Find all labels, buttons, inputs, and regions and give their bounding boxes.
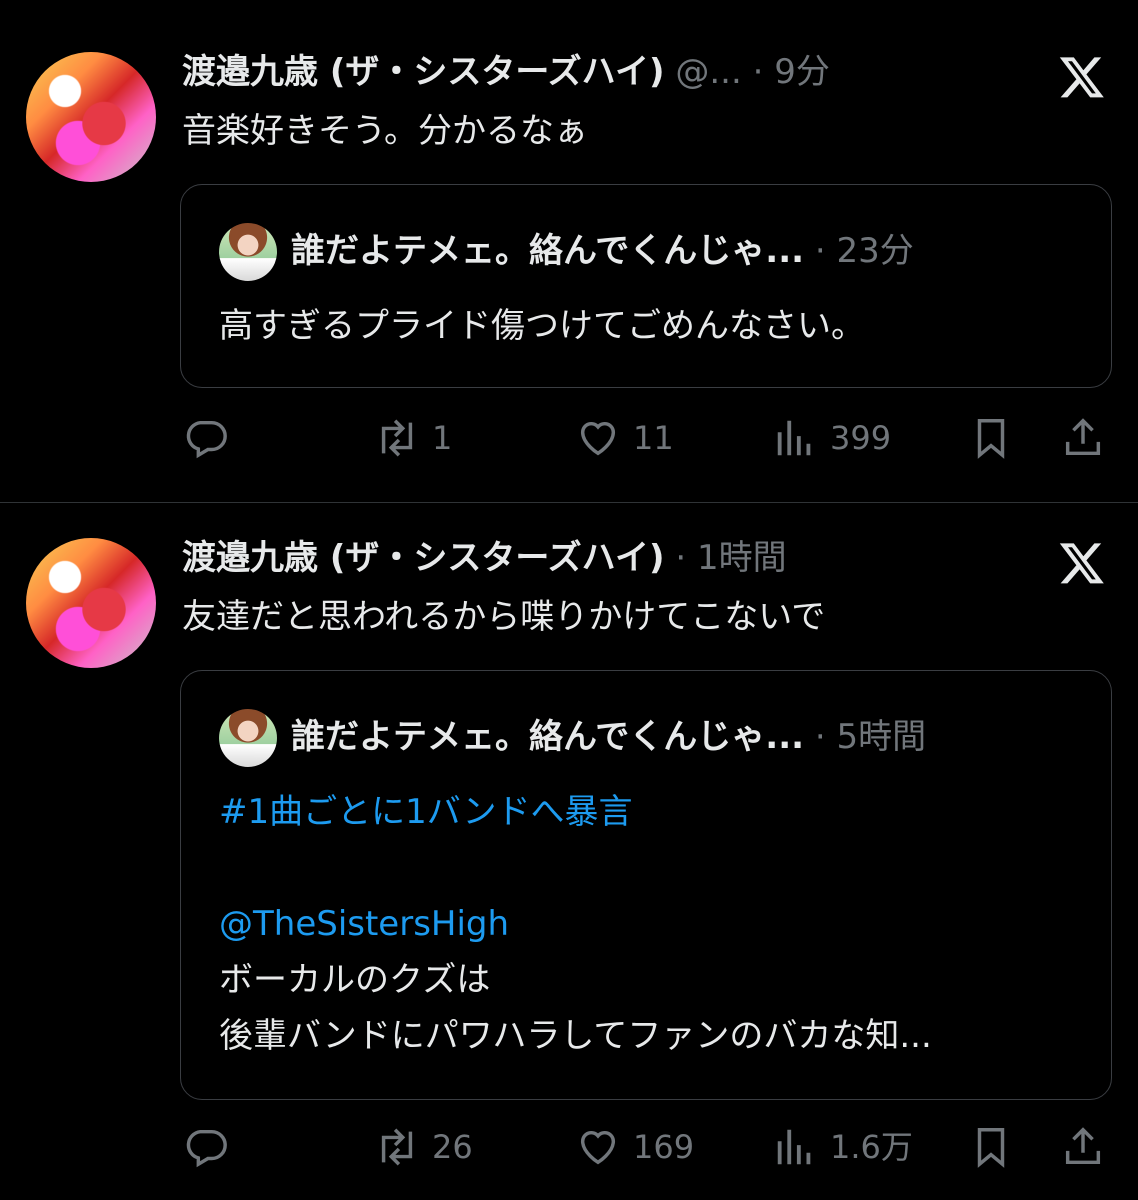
views-icon [777,1129,811,1165]
x-logo-icon[interactable] [1058,53,1106,101]
share-button[interactable] [1060,1117,1106,1177]
quote-tweet[interactable]: 誰だよテメェ。絡んでくんじゃ... · 23分 高すぎるプライド傷つけてごめんな… [180,184,1112,388]
bookmark-icon [977,1128,1005,1168]
reply-icon [186,1129,227,1168]
retweet-count: 1 [432,419,453,457]
reply-button[interactable] [183,1117,229,1177]
retweet-icon [381,419,413,457]
quote-header: 誰だよテメェ。絡んでくんじゃ... · 23分 [291,234,914,268]
retweet-count: 26 [432,1128,473,1166]
action-bar: 1 11 399 [0,408,1138,468]
avatar[interactable] [26,52,156,182]
tweet-text: 友達だと思われるから喋りかけてこないで [182,597,826,637]
author-handle[interactable]: @... [675,52,741,92]
quote-timestamp: 23分 [836,231,914,271]
timestamp[interactable]: 1時間 [697,538,787,578]
avatar[interactable] [26,538,156,668]
views-icon [777,420,811,456]
mention-link[interactable]: @TheSistersHigh [219,907,509,941]
tweet[interactable]: 渡邉九歳 (ザ・シスターズハイ) @... · 9分 音楽好きそう。分かるなぁ … [0,0,1138,502]
retweet-icon [381,1128,413,1166]
quote-text: ボーカルのクズは [219,960,491,1000]
like-button[interactable]: 11 [575,408,674,468]
author-name[interactable]: 渡邉九歳 (ザ・シスターズハイ) [182,52,665,92]
x-logo-icon[interactable] [1058,539,1106,587]
separator: · [814,717,826,757]
quote-avatar[interactable] [219,223,277,281]
quote-text: 後輩バンドにパワハラしてファンのバカな知... [219,1016,932,1056]
separator: · [675,538,687,578]
quote-avatar[interactable] [219,709,277,767]
share-icon [1065,1127,1101,1165]
author-name[interactable]: 渡邉九歳 (ザ・シスターズハイ) [182,538,665,578]
share-icon [1065,418,1101,456]
quote-timestamp: 5時間 [836,717,927,757]
like-count: 169 [633,1128,695,1166]
bookmark-icon [977,419,1005,459]
tweet-text: 音楽好きそう。分かるなぁ [182,111,588,151]
hashtag-link[interactable]: #1曲ごとに1バンドへ暴言 [219,795,632,829]
quote-author-name: 誰だよテメェ。絡んでくんじゃ... [291,717,805,757]
tweet[interactable]: 渡邉九歳 (ザ・シスターズハイ) · 1時間 友達だと思われるから喋りかけてこな… [0,503,1138,1200]
tweet-header: 渡邉九歳 (ザ・シスターズハイ) @... · 9分 [182,55,830,89]
heart-icon [580,1130,616,1165]
tweet-header: 渡邉九歳 (ザ・シスターズハイ) · 1時間 [182,541,787,575]
views-count: 399 [830,419,892,457]
views-count: 1.6万 [830,1128,913,1166]
action-bar: 26 169 1.6万 [0,1117,1138,1177]
quote-header: 誰だよテメェ。絡んでくんじゃ... · 5時間 [291,720,926,754]
retweet-button[interactable]: 1 [374,408,452,468]
reply-button[interactable] [183,408,229,468]
quote-tweet[interactable]: 誰だよテメェ。絡んでくんじゃ... · 5時間 #1曲ごとに1バンドへ暴言 @T… [180,670,1112,1100]
quote-text: 高すぎるプライド傷つけてごめんなさい。 [219,306,865,346]
quote-author-name: 誰だよテメェ。絡んでくんじゃ... [291,231,805,271]
share-button[interactable] [1060,408,1106,468]
bookmark-button[interactable] [968,1117,1014,1177]
like-count: 11 [633,419,674,457]
views-button[interactable]: 1.6万 [772,1117,913,1177]
reply-icon [186,420,227,459]
timestamp[interactable]: 9分 [774,52,830,92]
retweet-button[interactable]: 26 [374,1117,473,1177]
separator: · [752,52,764,92]
views-button[interactable]: 399 [772,408,891,468]
bookmark-button[interactable] [968,408,1014,468]
heart-icon [580,421,616,456]
separator: · [814,231,826,271]
like-button[interactable]: 169 [575,1117,694,1177]
